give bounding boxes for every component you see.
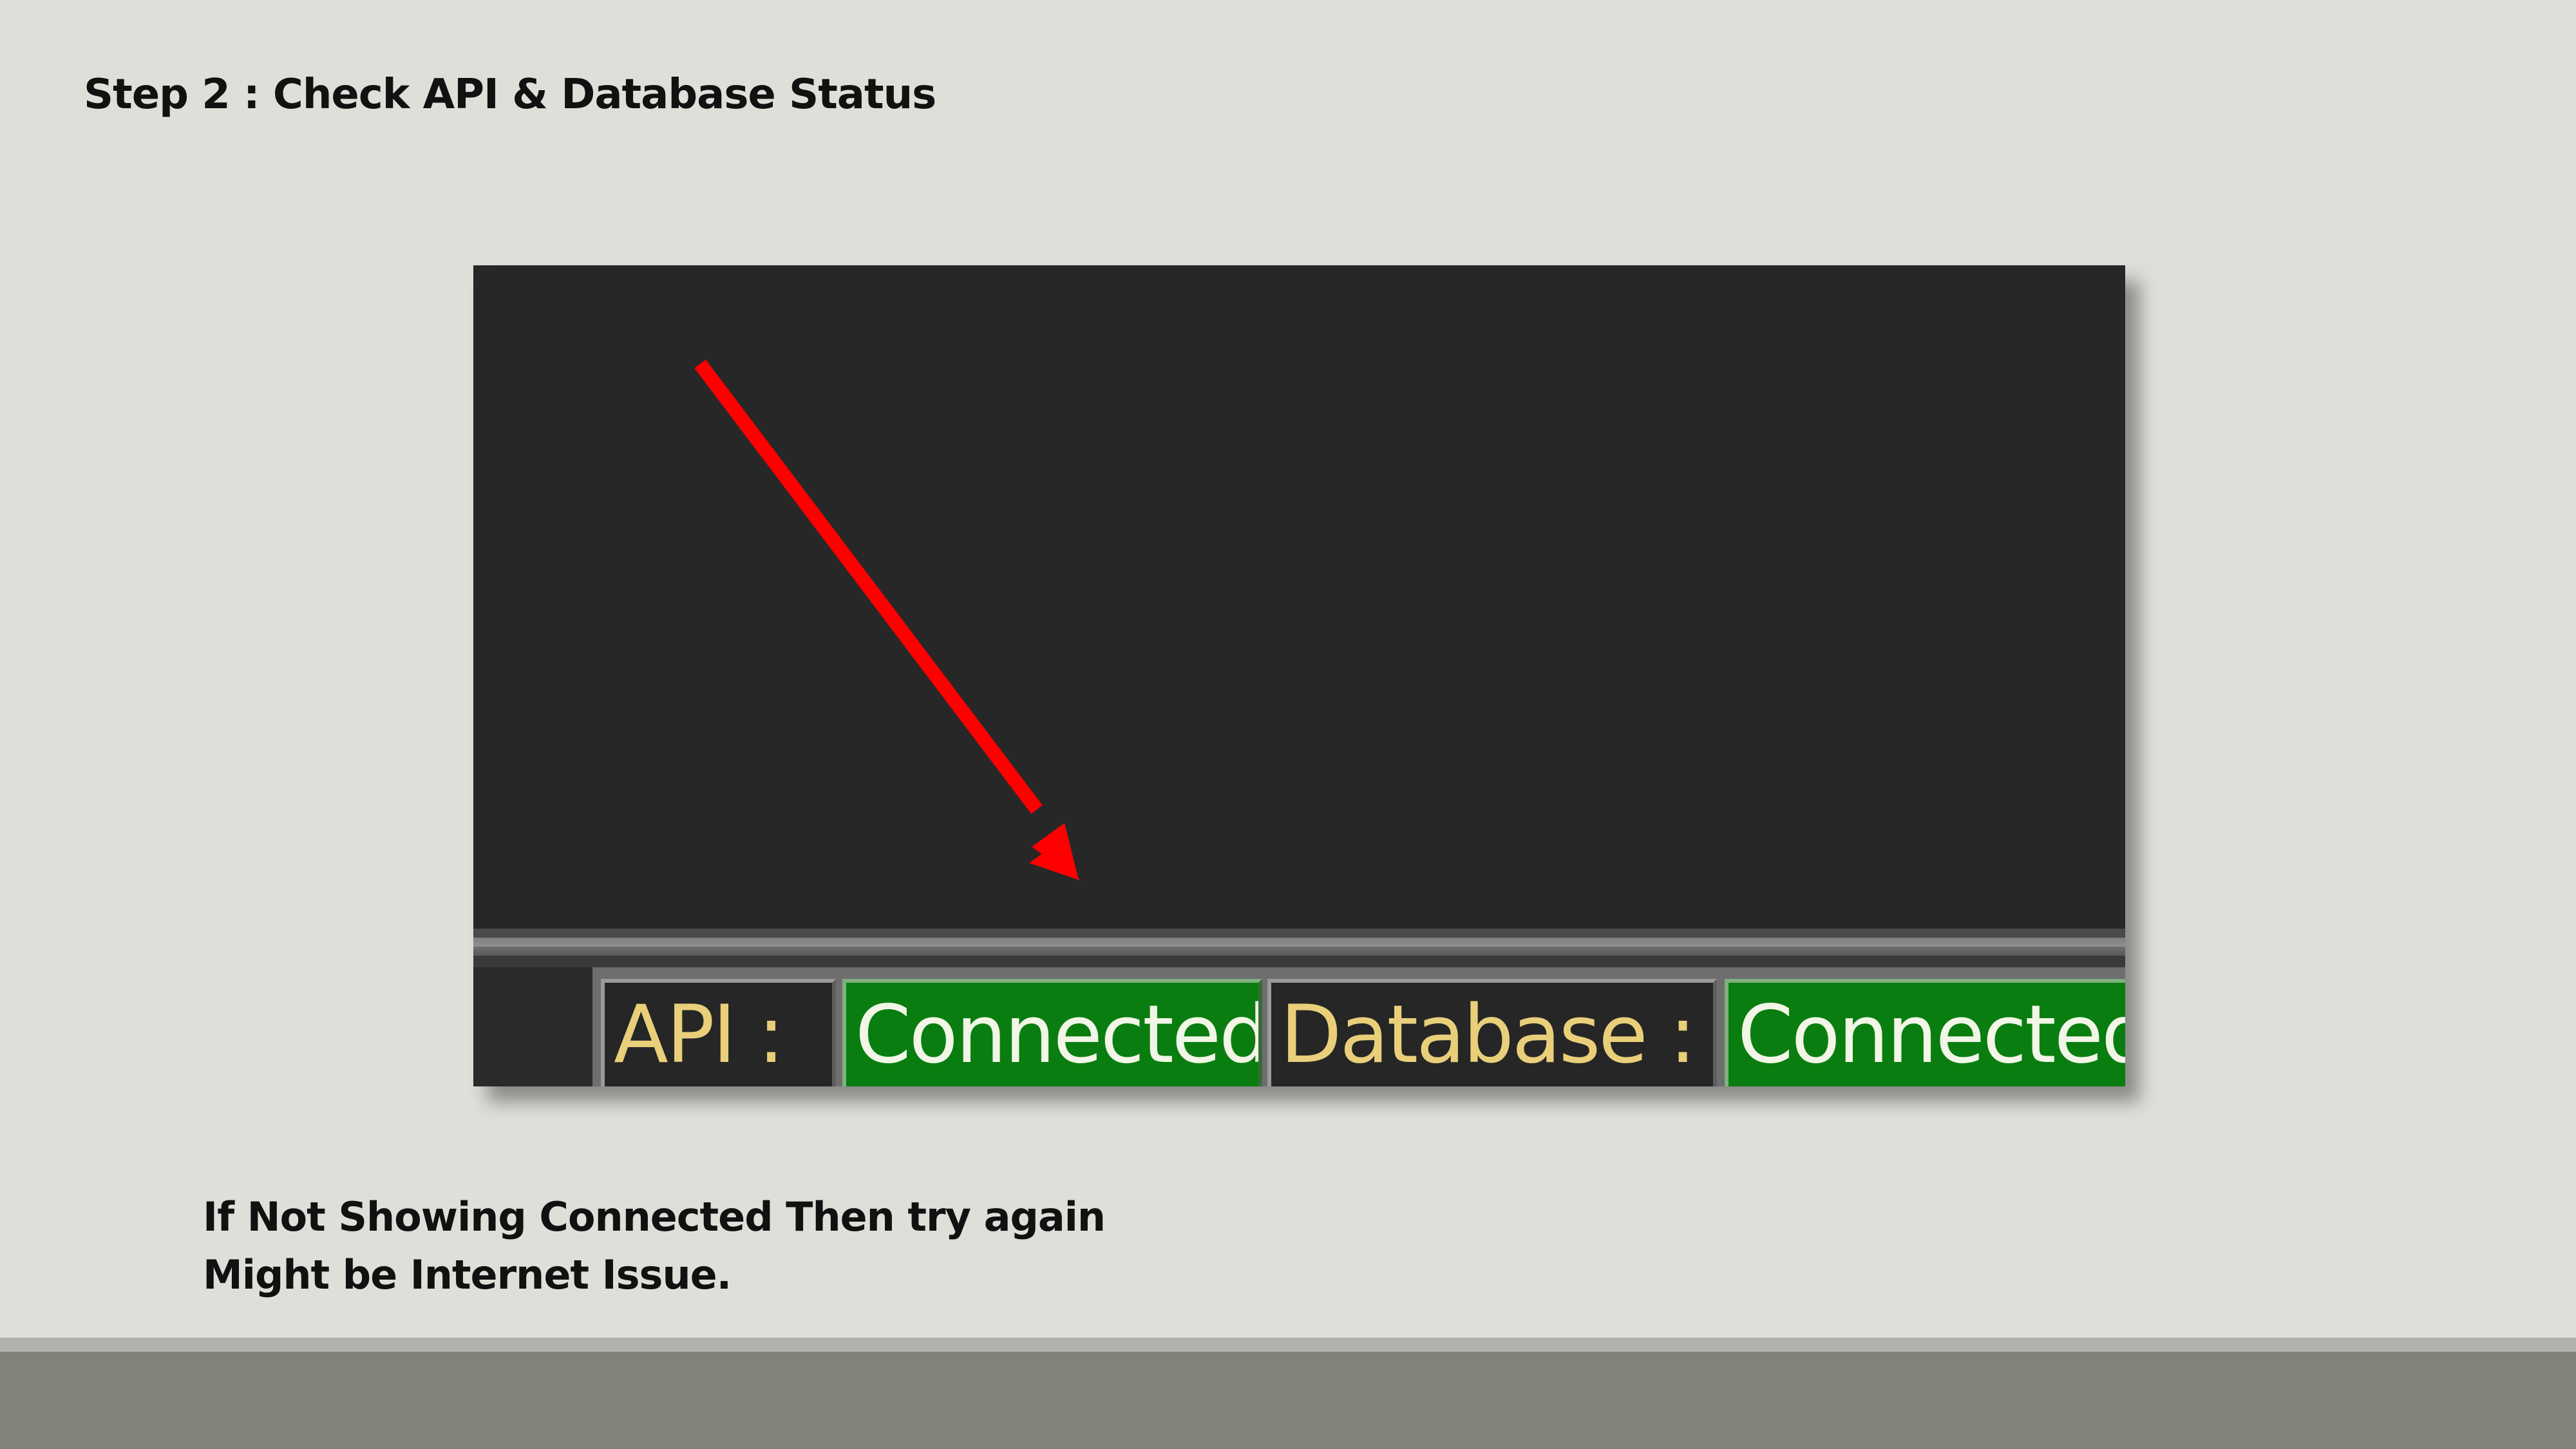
status-bar: API : Connected Database : Connected	[473, 967, 2125, 1086]
api-status-badge: Connected	[842, 979, 1262, 1086]
note-line-2: Might be Internet Issue.	[203, 1251, 732, 1298]
api-status-label: API :	[601, 979, 836, 1086]
slide: Step 2 : Check API & Database Status API…	[0, 0, 2576, 1449]
screenshot-panel: API : Connected Database : Connected	[473, 265, 2125, 1086]
database-status-badge: Connected	[1725, 979, 2125, 1086]
footer-divider	[0, 1338, 2576, 1352]
slide-title: Step 2 : Check API & Database Status	[84, 71, 936, 118]
instruction-note: If Not Showing Connected Then try again …	[203, 1188, 1106, 1304]
status-bar-divider	[473, 929, 2125, 967]
database-status-label: Database :	[1267, 979, 1717, 1086]
footer-band	[0, 1352, 2576, 1449]
note-line-1: If Not Showing Connected Then try again	[203, 1193, 1106, 1240]
status-cell-blank	[473, 967, 592, 1086]
